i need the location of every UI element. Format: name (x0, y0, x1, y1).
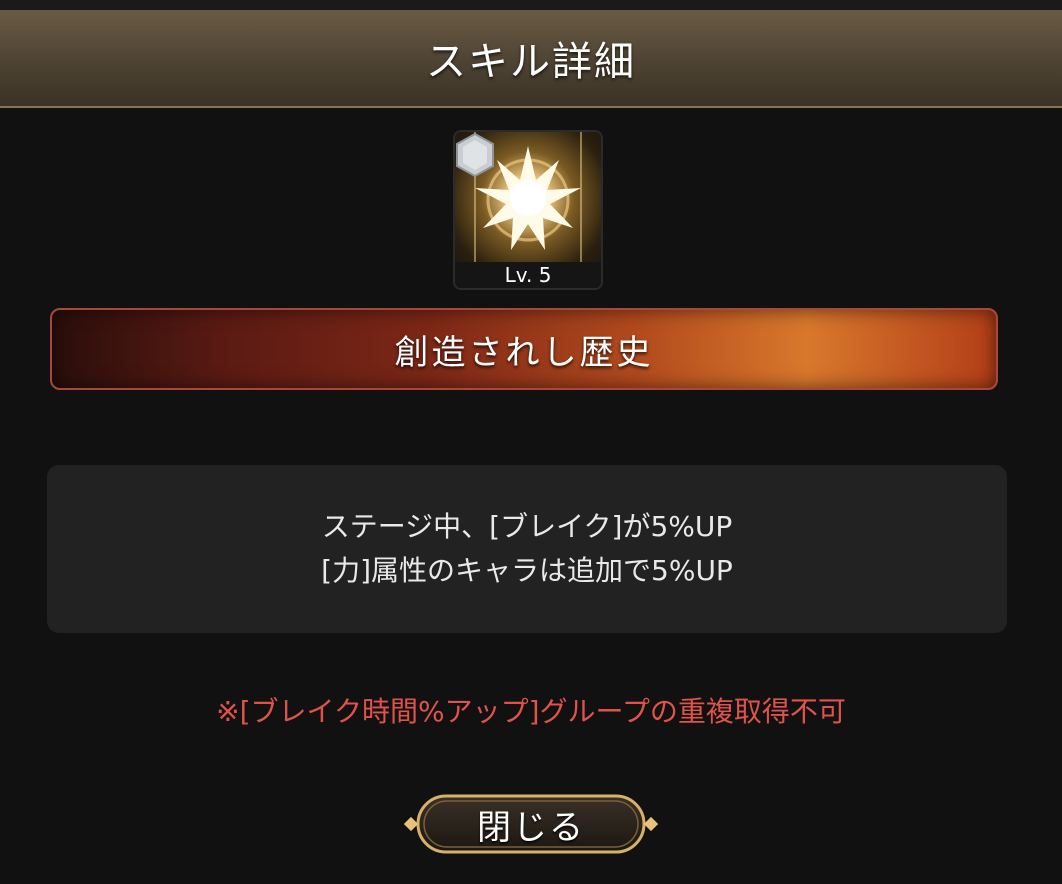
skill-name: 創造されし歴史 (394, 332, 654, 373)
skill-detail-dialog: スキル詳細 Lv. 5 創造されし歴史 ステージ中、[ブレイク]が5%UP [力 (0, 0, 1062, 884)
skill-description-box: ステージ中、[ブレイク]が5%UP [力]属性のキャラは追加で5%UP (47, 465, 1007, 633)
close-button[interactable]: 閉じる (404, 790, 658, 858)
top-edge (0, 0, 1062, 10)
description-line: [力]属性のキャラは追加で5%UP (321, 554, 733, 587)
close-button-label[interactable]: 閉じる (404, 790, 658, 858)
dialog-header: スキル詳細 (0, 10, 1062, 108)
skill-name-banner: 創造されし歴史 (50, 308, 998, 390)
skill-level: Lv. 5 (455, 262, 601, 288)
skill-icon-card: Lv. 5 (453, 130, 603, 290)
silver-hexagon-badge-icon (456, 132, 494, 178)
description-line: ステージ中、[ブレイク]が5%UP (321, 510, 733, 543)
stacking-restriction-note: ※[ブレイク時間%アップ]グループの重複取得不可 (216, 695, 846, 728)
dialog-title: スキル詳細 (426, 39, 636, 85)
